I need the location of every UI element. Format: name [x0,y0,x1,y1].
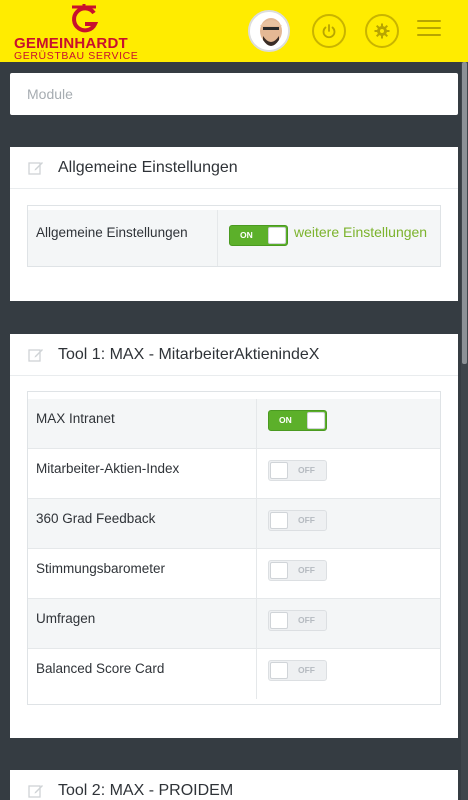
brand-logo[interactable]: GEMEINHARDT GERÜSTBAU SERVICE [14,4,160,62]
settings-button[interactable] [365,14,399,48]
row-label: Allgemeine Einstellungen [36,225,188,240]
row-label: 360 Grad Feedback [36,511,156,526]
row-label: Stimmungsbarometer [36,561,166,576]
gear-icon [374,23,390,39]
table-row: Umfragen OFF [28,599,440,649]
logo-mark-icon [72,4,99,33]
aktien-index-toggle[interactable]: OFF [268,460,327,481]
panel-header: Tool 2: MAX - PROIDEM [10,770,458,800]
scrollbar-thumb[interactable] [462,62,467,364]
umfragen-toggle[interactable]: OFF [268,610,327,631]
panel-general-settings: Allgemeine Einstellungen Allgemeine Eins… [10,147,458,301]
table-row: Balanced Score Card OFF [28,649,440,699]
menu-icon[interactable] [417,20,441,40]
module-bar[interactable]: Module [10,73,458,115]
tool1-table: MAX Intranet ON Mitarbeiter-Aktien-Index… [27,391,441,705]
general-toggle[interactable]: ON [229,225,288,246]
scrollbar[interactable] [461,62,468,800]
panel-title: Allgemeine Einstellungen [58,159,238,176]
power-icon [322,24,336,39]
row-label: MAX Intranet [36,411,115,426]
avatar[interactable] [248,10,290,52]
table-row: Stimmungsbarometer OFF [28,549,440,599]
panel-header: Allgemeine Einstellungen [10,147,458,189]
power-button[interactable] [312,14,346,48]
edit-icon [28,349,43,362]
row-label: Umfragen [36,611,96,626]
row-label: Balanced Score Card [36,661,165,676]
brand-subtitle: GERÜSTBAU SERVICE [14,50,139,62]
panel-title: Tool 2: MAX - PROIDEM [58,782,234,799]
top-bar: GEMEINHARDT GERÜSTBAU SERVICE [0,0,468,62]
module-label: Module [27,86,73,102]
avatar-face-icon [250,12,288,50]
panel-title: Tool 1: MAX - MitarbeiterAktienindeX [58,346,320,363]
feedback-360-toggle[interactable]: OFF [268,510,327,531]
stimmungsbarometer-toggle[interactable]: OFF [268,560,327,581]
table-row: Mitarbeiter-Aktien-Index OFF [28,449,440,499]
balanced-score-card-toggle[interactable]: OFF [268,660,327,681]
edit-icon [28,162,43,175]
table-row: MAX Intranet ON [28,399,440,449]
edit-icon [28,785,43,798]
table-row: 360 Grad Feedback OFF [28,499,440,549]
more-settings-link[interactable]: weitere Einstellungen [294,224,427,240]
row-label: Mitarbeiter-Aktien-Index [36,461,180,476]
max-intranet-toggle[interactable]: ON [268,410,327,431]
panel-tool-1: Tool 1: MAX - MitarbeiterAktienindeX MAX… [10,334,458,738]
panel-header: Tool 1: MAX - MitarbeiterAktienindeX [10,334,458,376]
panel-tool-2: Tool 2: MAX - PROIDEM [10,770,458,800]
table-row: Allgemeine Einstellungen ON weitere Eins… [28,210,440,266]
settings-table: Allgemeine Einstellungen ON weitere Eins… [27,205,441,267]
